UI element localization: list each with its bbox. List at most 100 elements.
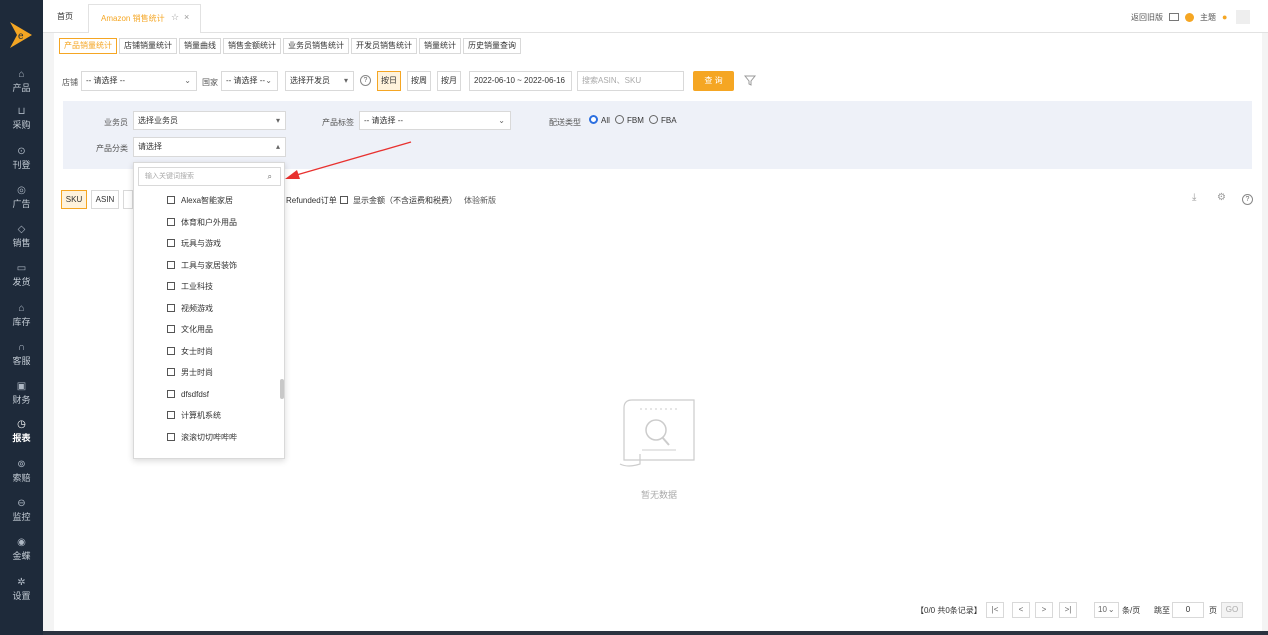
radio-fbm[interactable] [615,115,624,124]
sku-toggle[interactable]: SKU [61,190,87,209]
next-page-button[interactable]: > [1035,602,1053,618]
sidebar: e ⌂ 产品 ⊔ 采购 ⊙ 刊登 ◎ 广告 ◇ 销售 ▭ 发货 ⌂ 库存 ∩ 客服 ▣ 财务 ◷ 报… [0,0,43,635]
category-option[interactable]: 工具与家居装饰 [167,260,237,272]
filter-row: 店铺 -- 请选择 -- ⌄ 国家 -- 请选择 -- ⌄ 选择开发员 ▾ ? 按日 … [61,71,781,91]
category-option[interactable]: dfsdfdsf [167,389,209,401]
option-label: dfsdfdsf [181,390,210,399]
checkbox[interactable] [167,324,175,333]
dropdown-scrollbar[interactable] [280,379,284,399]
by-day-button[interactable]: 按日 [377,71,401,91]
radio-all[interactable] [589,115,598,124]
salesman-select[interactable]: 选择业务员 ▾ [133,111,286,130]
subtab-sales-amount[interactable]: 销售金额统计 [223,38,281,54]
by-week-button[interactable]: 按周 [407,71,431,91]
checkbox[interactable] [167,260,175,269]
subtab-history-query[interactable]: 历史销量查询 [463,38,521,54]
close-icon[interactable]: × [184,12,189,22]
category-option[interactable]: 体育和户外用品 [167,217,237,229]
checkbox[interactable] [167,389,175,398]
asin-toggle[interactable]: ASIN [91,190,119,209]
checkbox[interactable] [167,238,175,247]
checkbox[interactable] [167,281,175,290]
search-input[interactable]: 搜索ASIN、SKU [577,71,684,91]
filter-icon[interactable] [744,74,757,87]
query-button[interactable]: 查 询 [693,71,734,91]
category-option[interactable]: 男士时尚 [167,367,213,379]
sidebar-item-shipping[interactable]: ▭ 发货 [0,262,43,296]
category-option[interactable]: 文化用品 [167,324,213,336]
product-tag-select[interactable]: -- 请选择 -- ⌄ [359,111,511,130]
subtab-developer-sales[interactable]: 开发员销售统计 [351,38,417,54]
checkbox[interactable] [167,432,175,441]
checkbox[interactable] [167,195,175,204]
subtab-product-sales[interactable]: 产品销量统计 [59,38,117,54]
sidebar-item-service[interactable]: ∩ 客服 [0,341,43,375]
sidebar-item-sales[interactable]: ◇ 销售 [0,223,43,257]
help-icon[interactable]: ? [1242,194,1253,205]
category-option[interactable]: 滚滚切切哔哔哔 [167,432,237,444]
category-option[interactable]: 视频游戏 [167,303,213,315]
category-option[interactable]: 玩具与游戏 [167,238,221,250]
shop-select[interactable]: -- 请选择 -- ⌄ [81,71,197,91]
avatar[interactable] [1236,10,1250,24]
subtab-volume-stats[interactable]: 销量统计 [419,38,461,54]
category-option[interactable]: 女士时尚 [167,346,213,358]
palette-icon[interactable] [1185,12,1194,22]
theme-button[interactable]: 主题 [1200,12,1216,23]
category-option[interactable]: Alexa智能家居 [167,195,233,207]
country-select[interactable]: -- 请选择 -- ⌄ [221,71,278,91]
sidebar-item-reports[interactable]: ◷ 报表 [0,418,43,452]
try-new-link[interactable]: 体验新版 [464,195,496,206]
checkbox[interactable] [167,346,175,355]
date-range-input[interactable]: 2022-06-10 ~ 2022-06-16 [469,71,572,91]
settings-gear-icon[interactable]: ⚙ [1217,192,1226,203]
help-icon[interactable]: ? [360,75,371,86]
sidebar-item-listing[interactable]: ⊙ 刊登 [0,145,43,179]
sidebar-item-inventory[interactable]: ⌂ 库存 [0,302,43,336]
download-icon[interactable]: ⤓ [1192,192,1196,203]
category-select[interactable]: 请选择 ▴ [133,137,286,157]
by-month-button[interactable]: 按月 [437,71,461,91]
sidebar-item-purchase[interactable]: ⊔ 采购 [0,105,43,139]
subtab-salesman-sales[interactable]: 业务员销售统计 [283,38,349,54]
category-option[interactable]: 工业科技 [167,281,213,293]
show-amount-checkbox[interactable] [340,196,348,204]
back-old-version-link[interactable]: 返回旧版 [1131,12,1163,23]
sidebar-item-settings[interactable]: ✲ 设置 [0,576,43,610]
sidebar-item-finance[interactable]: ▣ 财务 [0,380,43,414]
last-page-button[interactable]: >| [1059,602,1077,618]
checkbox[interactable] [167,410,175,419]
option-label: 计算机系统 [181,411,221,420]
bottom-strip [43,631,1268,635]
screen-icon[interactable] [1169,13,1179,21]
tab-home[interactable]: 首页 [57,11,73,22]
sidebar-item-monitor[interactable]: ⊖ 监控 [0,497,43,531]
app-logo[interactable]: e [8,20,34,50]
sidebar-item-claims[interactable]: ⊚ 索赔 [0,458,43,492]
checkbox[interactable] [167,303,175,312]
sidebar-item-kingdee[interactable]: ◉ 金蝶 [0,536,43,570]
first-page-button[interactable]: |< [986,602,1004,618]
sidebar-item-product[interactable]: ⌂ 产品 [0,68,43,102]
radio-fba[interactable] [649,115,658,124]
topbar-actions: 返回旧版 主题 ● [1131,10,1250,24]
star-icon[interactable]: ☆ [171,12,179,23]
prev-page-button[interactable]: < [1012,602,1030,618]
category-option[interactable]: 计算机系统 [167,410,221,422]
subtab-bar: 产品销量统计 店铺销量统计 销量曲线 销售金额统计 业务员销售统计 开发员销售统… [59,38,521,54]
box-icon: ⌂ [18,69,25,80]
subtab-shop-sales[interactable]: 店铺销量统计 [119,38,177,54]
option-label: 工具与家居装饰 [181,261,237,270]
checkbox[interactable] [167,367,175,376]
checkbox[interactable] [167,217,175,226]
subtab-sales-curve[interactable]: 销量曲线 [179,38,221,54]
page-size-select[interactable]: 10⌄ [1094,602,1119,618]
user-icon[interactable]: ● [1222,12,1230,22]
category-search-input[interactable]: 输入关键词搜索 ⌕ [138,167,281,186]
go-button[interactable]: GO [1221,602,1243,618]
developer-select[interactable]: 选择开发员 ▾ [285,71,354,91]
tab-amazon-sales[interactable]: Amazon 销售统计 ☆ × [88,4,201,33]
sidebar-item-ads[interactable]: ◎ 广告 [0,184,43,218]
more-toggle[interactable] [123,190,133,209]
goto-page-input[interactable]: 0 [1172,602,1204,618]
